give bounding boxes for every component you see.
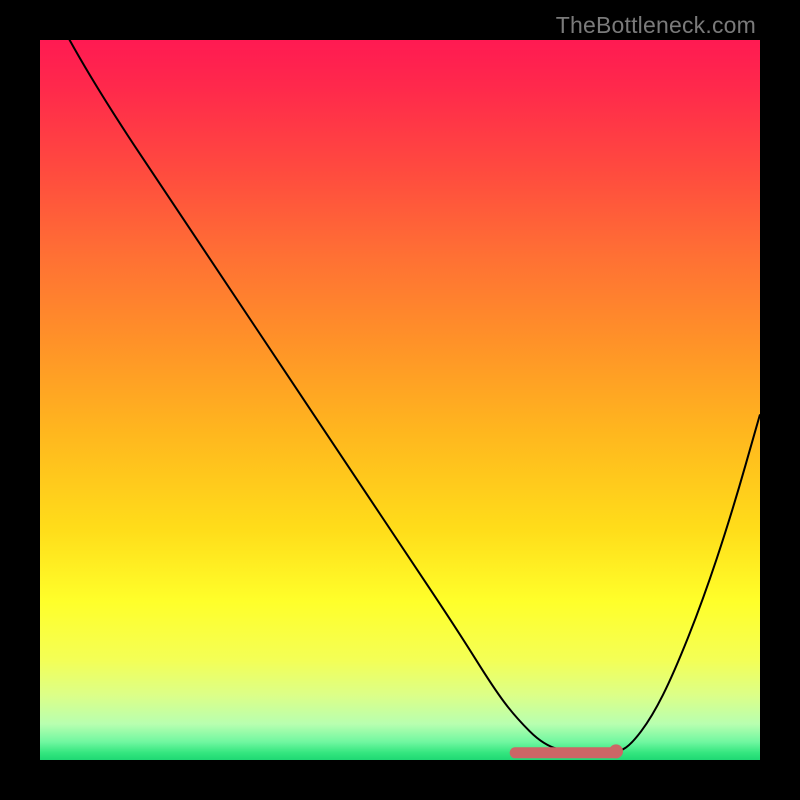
chart-frame: TheBottleneck.com: [0, 0, 800, 800]
plot-area: [40, 40, 760, 760]
min-end-dot: [609, 744, 623, 758]
bottleneck-curve: [40, 40, 760, 753]
curve-layer: [40, 40, 760, 760]
watermark-text: TheBottleneck.com: [556, 12, 756, 39]
